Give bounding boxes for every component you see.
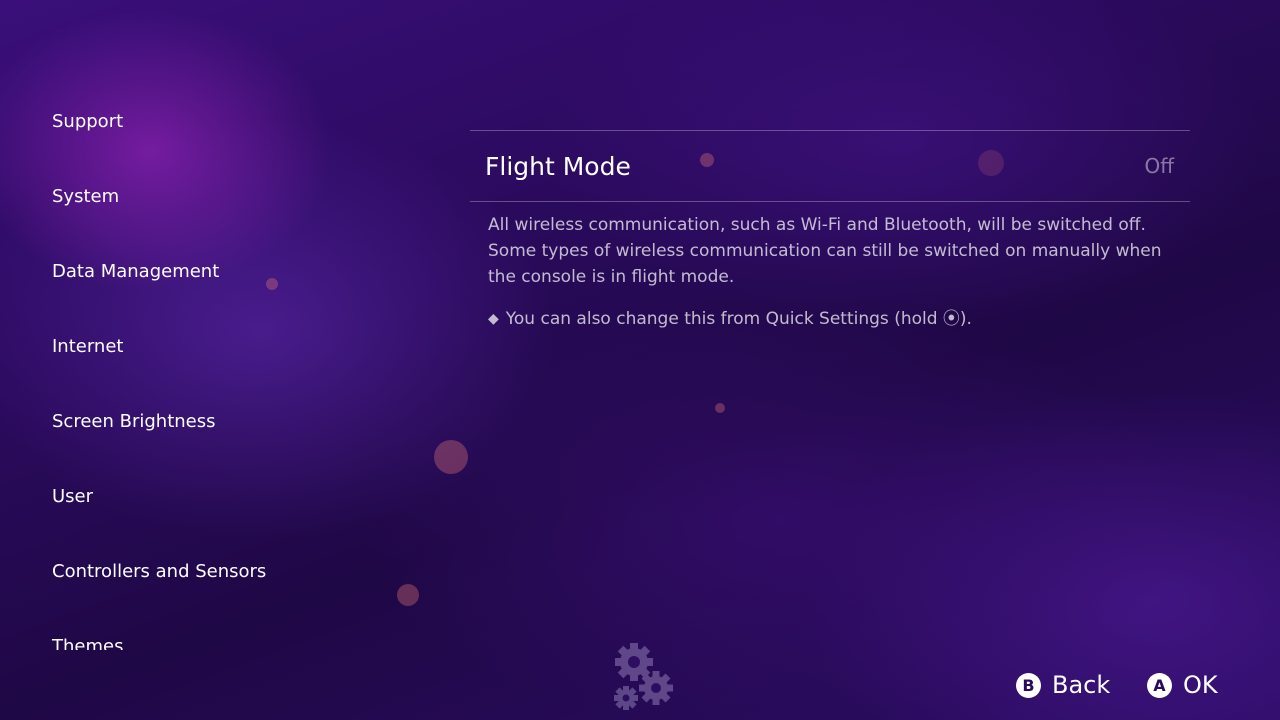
- sidebar-item-controllers-and-sensors[interactable]: Controllers and Sensors: [52, 534, 392, 609]
- sidebar-item-internet[interactable]: Internet: [52, 309, 392, 384]
- setting-note: ◆ You can also change this from Quick Se…: [488, 306, 1190, 332]
- b-button-icon: B: [1016, 672, 1041, 698]
- sidebar-item-themes[interactable]: Themes: [52, 609, 392, 650]
- settings-content: Flight Mode Off All wireless communicati…: [470, 130, 1190, 332]
- sidebar-item-screen-brightness[interactable]: Screen Brightness: [52, 384, 392, 459]
- sidebar-item-label: Data Management: [52, 261, 220, 282]
- setting-note-text: You can also change this from Quick Sett…: [505, 309, 972, 329]
- ok-button[interactable]: A OK: [1147, 668, 1218, 702]
- gears-icon: [614, 643, 673, 710]
- sidebar-item-label: User: [52, 486, 94, 507]
- sidebar-item-data-management[interactable]: Data Management: [52, 234, 392, 309]
- setting-value: Off: [1144, 154, 1174, 178]
- back-button[interactable]: B Back: [1016, 668, 1110, 702]
- setting-title: Flight Mode: [485, 151, 631, 181]
- divider: [470, 201, 1190, 202]
- diamond-icon: ◆: [488, 311, 499, 327]
- background-bokeh: [434, 440, 468, 474]
- setting-description: All wireless communication, such as Wi-F…: [488, 215, 1162, 287]
- flight-mode-setting-row[interactable]: Flight Mode Off: [470, 131, 1190, 201]
- sidebar-item-label: System: [52, 186, 120, 207]
- sidebar-item-label: Internet: [52, 336, 124, 357]
- sidebar-item-support[interactable]: Support: [52, 84, 392, 159]
- sidebar-item-user[interactable]: User: [52, 459, 392, 534]
- sidebar-item-label: Support: [52, 111, 124, 132]
- sidebar-item-label: Screen Brightness: [52, 411, 216, 432]
- ok-label: OK: [1183, 671, 1218, 699]
- sidebar-item-system[interactable]: System: [52, 159, 392, 234]
- back-label: Back: [1052, 671, 1111, 699]
- sidebar-item-label: Themes: [52, 636, 124, 650]
- background-bokeh: [715, 403, 725, 413]
- settings-sidebar: Support System Data Management Internet …: [0, 84, 420, 650]
- sidebar-item-label: Controllers and Sensors: [52, 561, 267, 582]
- a-button-icon: A: [1147, 672, 1172, 698]
